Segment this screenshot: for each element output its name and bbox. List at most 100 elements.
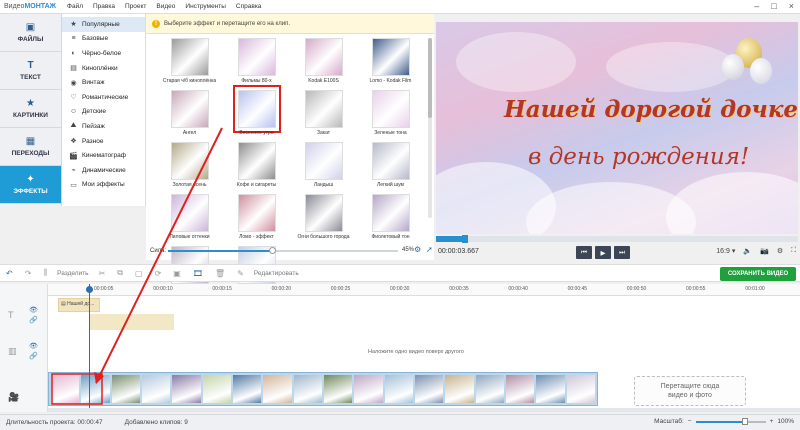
- media-drop-zone[interactable]: Перетащите сюда видео и фото: [634, 376, 746, 406]
- next-frame-button[interactable]: ⏭: [614, 246, 630, 259]
- maximize-icon[interactable]: □: [771, 1, 776, 11]
- zoom-in-icon[interactable]: +: [770, 418, 774, 425]
- save-video-button[interactable]: СОХРАНИТЬ ВИДЕО: [720, 267, 796, 281]
- video-clip[interactable]: [263, 375, 292, 403]
- category-item[interactable]: ★ Популярные: [62, 17, 145, 32]
- video-clip[interactable]: [536, 375, 565, 403]
- cut-icon[interactable]: ✂: [93, 269, 112, 278]
- nav-item[interactable]: ★ КАРТИНКИ: [0, 90, 61, 128]
- rotate-icon[interactable]: ⟳: [149, 269, 168, 278]
- link-icon[interactable]: 🔗: [29, 316, 38, 324]
- video-clip[interactable]: [354, 375, 383, 403]
- volume-icon[interactable]: 🔈: [743, 247, 752, 255]
- effect-tile[interactable]: Kodak E100S: [290, 38, 357, 84]
- title-clip[interactable]: ▤ Нашей до...: [58, 298, 100, 312]
- category-item[interactable]: ♡ Романтические: [62, 90, 145, 105]
- effect-tile[interactable]: Lomo - Kodak Film: [357, 38, 424, 84]
- playhead-handle[interactable]: [86, 286, 93, 293]
- video-clip[interactable]: [202, 375, 231, 403]
- video-clip[interactable]: [566, 375, 595, 403]
- zoom-slider[interactable]: [695, 417, 766, 425]
- settings-icon[interactable]: ⚙: [777, 247, 783, 255]
- video-track[interactable]: [48, 372, 598, 406]
- effect-tile[interactable]: Золотая осень: [156, 142, 223, 188]
- menu-item[interactable]: Проект: [120, 3, 151, 10]
- play-button[interactable]: ▶: [595, 246, 611, 259]
- category-item[interactable]: 🎬 Кинематограф: [62, 148, 145, 163]
- image-icon[interactable]: ▣: [167, 269, 187, 278]
- effect-tile[interactable]: Кофе и сигареты: [223, 142, 290, 188]
- video-clip[interactable]: [293, 375, 322, 403]
- video-clip[interactable]: [384, 375, 413, 403]
- video-edit-icon[interactable]: 🎞: [187, 269, 209, 278]
- fullscreen-icon[interactable]: ⛶: [791, 247, 796, 255]
- strength-slider[interactable]: [168, 247, 398, 254]
- title-clip-extension[interactable]: [90, 314, 174, 330]
- category-item[interactable]: ▤ Киноплёнки: [62, 61, 145, 76]
- nav-item[interactable]: ✦ ЭФФЕКТЫ: [0, 166, 61, 204]
- category-item[interactable]: ◉ Винтаж: [62, 75, 145, 90]
- zoom-knob[interactable]: [741, 417, 748, 425]
- video-clip[interactable]: [142, 375, 171, 403]
- effect-tile[interactable]: Лиловые оттенки: [156, 194, 223, 240]
- split-icon[interactable]: ⫼: [37, 268, 53, 278]
- strength-knob[interactable]: [268, 247, 276, 254]
- zoom-out-icon[interactable]: −: [688, 418, 692, 425]
- effect-tile[interactable]: Ломо - эффект: [223, 194, 290, 240]
- preview-seekbar[interactable]: [436, 235, 798, 243]
- nav-item[interactable]: ▦ ПЕРЕХОДЫ: [0, 128, 61, 166]
- effect-tile[interactable]: Закат: [290, 90, 357, 136]
- aspect-ratio-select[interactable]: 16:9 ▾: [716, 247, 735, 255]
- effect-tile[interactable]: Ландыш: [290, 142, 357, 188]
- nav-item[interactable]: T ТЕКСТ: [0, 52, 61, 90]
- video-clip[interactable]: [81, 375, 110, 403]
- playhead[interactable]: [89, 284, 90, 412]
- category-item[interactable]: ≡ Базовые: [62, 32, 145, 47]
- edit-button[interactable]: Редактировать: [250, 270, 303, 277]
- adjust-icon[interactable]: ⚙: [414, 245, 421, 254]
- nav-item[interactable]: ▣ ФАЙЛЫ: [0, 14, 61, 52]
- copy-icon[interactable]: ⧉: [111, 268, 129, 278]
- video-clip[interactable]: [445, 375, 474, 403]
- delete-icon[interactable]: 🗑: [209, 269, 231, 278]
- preview-seek-knob[interactable]: [461, 235, 468, 243]
- effect-tile[interactable]: Легкий шум: [357, 142, 424, 188]
- category-item[interactable]: ◐ Чёрно-белое: [62, 46, 145, 61]
- category-item[interactable]: ☺ Детские: [62, 105, 145, 120]
- video-clip[interactable]: [233, 375, 262, 403]
- menu-item[interactable]: Инструменты: [180, 3, 231, 10]
- video-clip[interactable]: [324, 375, 353, 403]
- category-item[interactable]: ❖ Разное: [62, 134, 145, 149]
- effect-tile[interactable]: Весеннее утро: [223, 85, 290, 136]
- close-icon[interactable]: ×: [789, 1, 794, 11]
- category-item[interactable]: ⛰ Пейзаж: [62, 119, 145, 134]
- link-icon[interactable]: 🔗: [29, 352, 38, 360]
- video-clip[interactable]: [506, 375, 535, 403]
- redo-icon[interactable]: ↷: [19, 269, 38, 278]
- video-clip[interactable]: [51, 375, 80, 403]
- timeline-ruler[interactable]: 00:00:05 00:00:10 00:00:15 00:00:20 00:00:25…: [48, 284, 800, 296]
- prev-frame-button[interactable]: ⏮: [576, 246, 592, 259]
- effect-tile[interactable]: Зеленые тона: [357, 90, 424, 136]
- effect-tile[interactable]: Фильмы 80-х: [223, 38, 290, 84]
- menu-item[interactable]: Видео: [151, 3, 180, 10]
- video-clip[interactable]: [415, 375, 444, 403]
- effects-scrollbar[interactable]: [428, 38, 432, 218]
- effect-tile[interactable]: Фиолетовый тон: [357, 194, 424, 240]
- crop-icon[interactable]: ▢: [129, 269, 149, 278]
- visibility-icon[interactable]: 👁: [29, 306, 38, 314]
- video-clip[interactable]: [172, 375, 201, 403]
- split-button[interactable]: Разделить: [53, 270, 92, 277]
- effect-tile[interactable]: Старая ч/б киноплёнка: [156, 38, 223, 84]
- effect-tile[interactable]: Огни большого города: [290, 194, 357, 240]
- pin-icon[interactable]: ➚: [426, 245, 433, 254]
- minimize-icon[interactable]: –: [754, 1, 759, 11]
- undo-icon[interactable]: ↶: [0, 269, 19, 278]
- menu-item[interactable]: Файл: [62, 3, 88, 10]
- effect-tile[interactable]: Ангел: [156, 90, 223, 136]
- timeline-scrollbar[interactable]: [48, 408, 800, 412]
- category-item[interactable]: ⌁ Динамические: [62, 163, 145, 178]
- video-clip[interactable]: [111, 375, 140, 403]
- visibility-icon[interactable]: 👁: [29, 342, 38, 350]
- menu-item[interactable]: Справка: [231, 3, 267, 10]
